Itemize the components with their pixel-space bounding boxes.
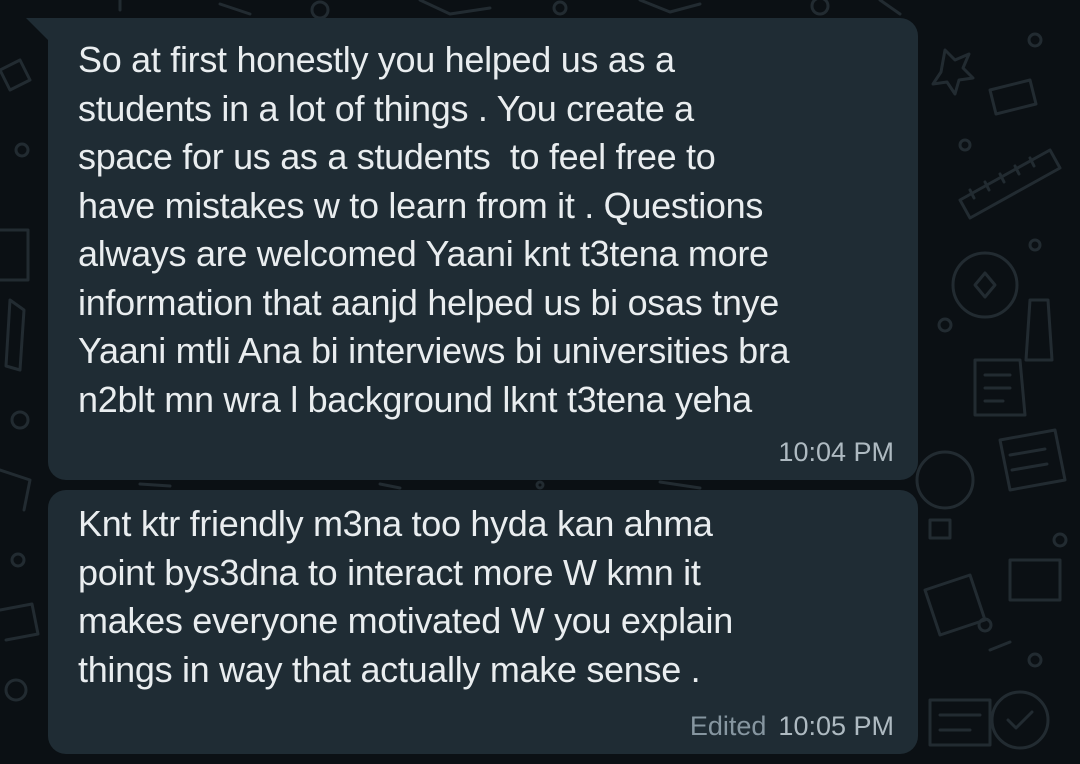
message-time: 10:04 PM [778, 437, 894, 467]
message-bubble[interactable]: So at first honestly you helped us as a … [48, 18, 918, 480]
message-text: Knt ktr friendly m3na too hyda kan ahma … [78, 503, 733, 690]
message-bubble[interactable]: Knt ktr friendly m3na too hyda kan ahma … [48, 490, 918, 754]
bubble-tail [26, 18, 48, 40]
edited-label: Edited [689, 711, 767, 741]
message-time: 10:05 PM [778, 711, 894, 741]
chat-area: So at first honestly you helped us as a … [0, 0, 1080, 764]
message-meta: 10:04 PM [778, 437, 894, 468]
message-meta: Edited 10:05 PM [690, 711, 894, 742]
message-text: So at first honestly you helped us as a … [78, 39, 790, 420]
